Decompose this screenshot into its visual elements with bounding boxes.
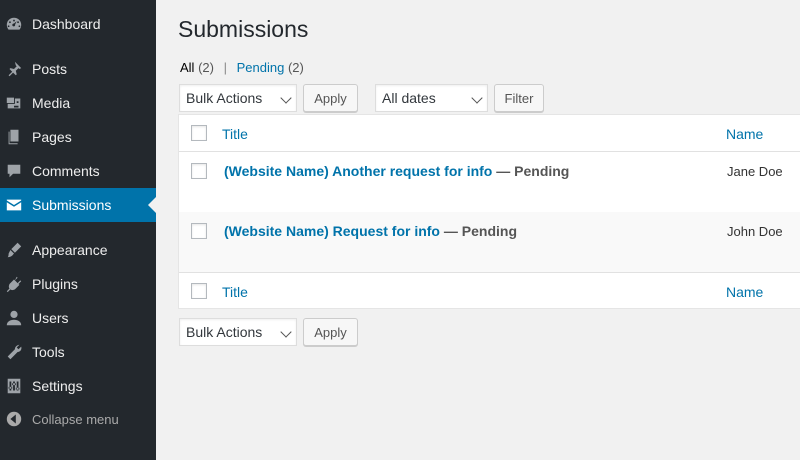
submissions-table: Title Name (Website Name) Another reques…: [178, 114, 800, 309]
user-icon: [4, 308, 24, 328]
wrench-icon: [4, 342, 24, 362]
comments-icon: [4, 161, 24, 181]
row-title: (Website Name) Another request for info …: [224, 163, 569, 179]
sidebar-item-label: Submissions: [32, 197, 112, 213]
sidebar-item-settings[interactable]: Settings: [0, 369, 156, 403]
pin-icon: [4, 59, 24, 79]
collapse-menu-label: Collapse menu: [32, 411, 119, 427]
row-checkbox[interactable]: [191, 223, 207, 239]
sidebar-item-label: Media: [32, 95, 71, 111]
row-checkbox[interactable]: [191, 163, 207, 179]
page-title: Submissions: [178, 16, 309, 42]
bulk-actions-select-bottom[interactable]: Bulk Actions: [179, 318, 297, 346]
admin-sidebar: Dashboard Posts Media Pages Comments Sub…: [0, 0, 156, 460]
row-name: John Doe: [727, 224, 783, 239]
row-title-link[interactable]: (Website Name) Another request for info: [224, 163, 492, 179]
view-filters: All (2) | Pending (2): [180, 60, 304, 75]
collapse-menu-button[interactable]: Collapse menu: [0, 402, 156, 436]
sidebar-item-appearance[interactable]: Appearance: [0, 233, 156, 267]
row-title-link[interactable]: (Website Name) Request for info: [224, 223, 440, 239]
view-pending-count: (2): [287, 60, 304, 75]
brush-icon: [4, 240, 24, 260]
sidebar-item-label: Users: [32, 310, 69, 326]
sidebar-item-label: Plugins: [32, 276, 78, 292]
sidebar-item-label: Settings: [32, 378, 83, 394]
sidebar-item-users[interactable]: Users: [0, 301, 156, 335]
chevron-down-icon: [280, 326, 292, 338]
row-name: Jane Doe: [727, 164, 783, 179]
date-filter-value: All dates: [382, 90, 436, 106]
sidebar-item-label: Posts: [32, 61, 68, 77]
sidebar-item-label: Pages: [32, 129, 72, 145]
filter-button[interactable]: Filter: [494, 84, 544, 112]
chevron-down-icon: [471, 92, 483, 104]
apply-button-top[interactable]: Apply: [303, 84, 358, 112]
select-all-checkbox-bottom[interactable]: [191, 283, 207, 299]
row-post-state: — Pending: [440, 223, 517, 239]
sidebar-item-label: Tools: [32, 344, 65, 360]
column-name-sort-footer[interactable]: Name: [726, 284, 763, 300]
sliders-icon: [4, 376, 24, 396]
pages-icon: [4, 127, 24, 147]
sidebar-item-dashboard[interactable]: Dashboard: [0, 7, 156, 41]
sidebar-item-label: Comments: [32, 163, 100, 179]
view-all-count: (2): [198, 60, 214, 75]
row-title: (Website Name) Request for info — Pendin…: [224, 223, 517, 239]
sidebar-item-label: Dashboard: [32, 16, 101, 32]
plugin-icon: [4, 274, 24, 294]
chevron-down-icon: [280, 92, 292, 104]
table-row: (Website Name) Another request for info …: [179, 152, 800, 212]
table-footer: Title Name: [179, 272, 800, 309]
dashboard-icon: [4, 14, 24, 34]
sidebar-item-tools[interactable]: Tools: [0, 335, 156, 369]
column-title-sort[interactable]: Title: [222, 126, 248, 142]
main-content: Submissions All (2) | Pending (2) Bulk A…: [156, 0, 800, 460]
table-header: Title Name: [179, 115, 800, 152]
date-filter-select[interactable]: All dates: [375, 84, 488, 112]
sidebar-item-posts[interactable]: Posts: [0, 52, 156, 86]
view-pending-link[interactable]: Pending: [237, 60, 285, 75]
bulk-actions-select-top[interactable]: Bulk Actions: [179, 84, 297, 112]
mail-icon: [4, 195, 24, 215]
collapse-arrow-icon: [4, 409, 24, 429]
column-title-sort-footer[interactable]: Title: [222, 284, 248, 300]
sidebar-item-plugins[interactable]: Plugins: [0, 267, 156, 301]
media-icon: [4, 93, 24, 113]
select-all-checkbox-top[interactable]: [191, 125, 207, 141]
bulk-actions-value: Bulk Actions: [186, 324, 263, 340]
table-row: (Website Name) Request for info — Pendin…: [179, 212, 800, 272]
column-name-sort[interactable]: Name: [726, 126, 763, 142]
view-all-link[interactable]: All: [180, 60, 194, 75]
sidebar-item-media[interactable]: Media: [0, 86, 156, 120]
sidebar-item-submissions[interactable]: Submissions: [0, 188, 156, 222]
apply-button-bottom[interactable]: Apply: [303, 318, 358, 346]
row-post-state: — Pending: [492, 163, 570, 179]
sidebar-item-label: Appearance: [32, 242, 108, 258]
sidebar-item-comments[interactable]: Comments: [0, 154, 156, 188]
bulk-actions-value: Bulk Actions: [186, 90, 263, 106]
view-separator: |: [223, 60, 227, 75]
sidebar-item-pages[interactable]: Pages: [0, 120, 156, 154]
